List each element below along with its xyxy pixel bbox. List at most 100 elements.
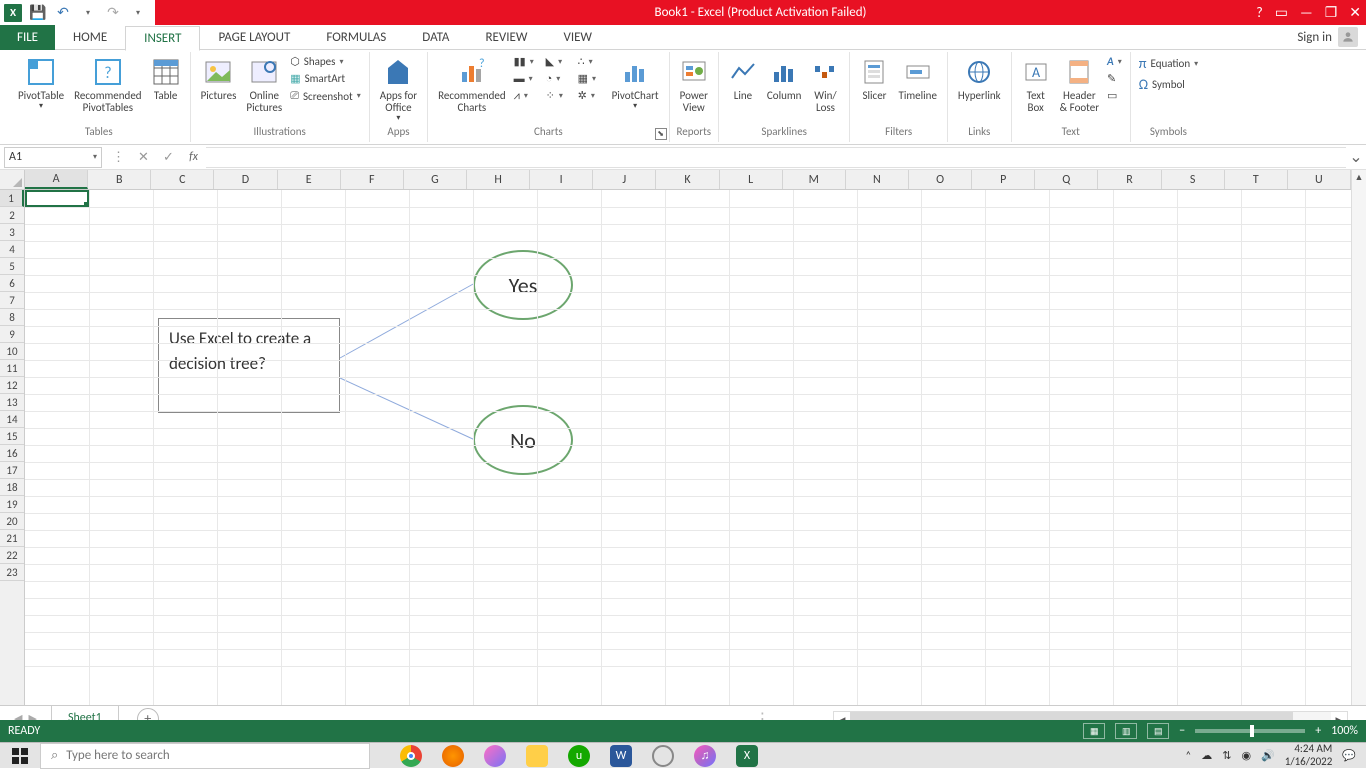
upwork-icon[interactable]: u [568,745,590,767]
row-header[interactable]: 3 [0,224,24,241]
slicer-button[interactable]: Slicer [856,54,892,104]
itunes-icon[interactable]: ♫ [694,745,716,767]
tab-page-layout[interactable]: PAGE LAYOUT [200,25,308,50]
start-button[interactable] [0,748,40,764]
column-header[interactable]: T [1225,170,1288,189]
recommended-pivottables-button[interactable]: ? Recommended PivotTables [70,54,145,116]
zoom-slider[interactable] [1195,729,1305,733]
tray-clock[interactable]: 4:24 AM 1/16/2022 [1285,743,1333,767]
row-header[interactable]: 19 [0,496,24,513]
online-pictures-button[interactable]: Online Pictures [242,54,286,116]
column-header[interactable]: H [467,170,530,189]
zoom-out-button[interactable]: − [1179,724,1185,738]
explorer-icon[interactable] [526,745,548,767]
select-all-corner[interactable] [0,170,25,190]
tray-wifi-icon[interactable]: ⇅ [1222,749,1231,762]
firefox-icon[interactable] [442,745,464,767]
taskbar-search[interactable]: ⌕ Type here to search [40,743,370,769]
formula-input[interactable] [206,147,1346,168]
row-header[interactable]: 23 [0,564,24,581]
row-header[interactable]: 21 [0,530,24,547]
text-box-button[interactable]: AText Box [1018,54,1054,116]
enter-icon[interactable]: ✓ [156,150,181,165]
row-header[interactable]: 12 [0,377,24,394]
tray-network-icon[interactable]: ◉ [1241,749,1251,762]
column-header[interactable]: F [341,170,404,189]
sparkline-column-button[interactable]: Column [763,54,806,104]
tab-data[interactable]: DATA [404,25,467,50]
maximize-icon[interactable]: ❐ [1325,4,1338,21]
messenger-icon[interactable] [484,745,506,767]
zoom-level[interactable]: 100% [1331,724,1358,738]
undo-icon[interactable]: ↶ [54,4,72,22]
tray-notifications-icon[interactable]: 💬 [1342,749,1356,762]
undo-dropdown-icon[interactable]: ▾ [79,4,97,22]
signature-line-button[interactable]: ✎ [1105,71,1124,86]
column-header[interactable]: M [783,170,846,189]
view-normal-icon[interactable]: ▦ [1083,723,1105,739]
chart-scatter-button[interactable]: ⁘ [544,88,574,103]
timeline-button[interactable]: Timeline [894,54,940,104]
row-header[interactable]: 6 [0,275,24,292]
row-headers[interactable]: 1234567891011121314151617181920212223 [0,190,25,705]
row-header[interactable]: 1 [0,190,24,207]
column-header[interactable]: P [972,170,1035,189]
tab-review[interactable]: REVIEW [467,25,545,50]
chart-radar-button[interactable]: ✲ [576,88,606,103]
active-cell[interactable] [25,190,89,207]
tab-file[interactable]: FILE [0,25,55,50]
object-button[interactable]: ▭ [1105,88,1124,103]
recommended-charts-button[interactable]: ? Recommended Charts [434,54,509,116]
ribbon-display-options-icon[interactable]: ▭ [1275,4,1288,21]
system-tray[interactable]: ˄ ☁ ⇅ ◉ 🔊 4:24 AM 1/16/2022 💬 [1185,743,1366,767]
tab-insert[interactable]: INSERT [125,26,200,51]
qat-customize-icon[interactable]: ▾ [129,4,147,22]
fx-icon[interactable]: fx [181,150,206,164]
row-header[interactable]: 2 [0,207,24,224]
shape-question-box[interactable]: Use Excel to create a decision tree? [158,318,340,413]
tray-onedrive-icon[interactable]: ☁ [1201,749,1212,762]
row-header[interactable]: 5 [0,258,24,275]
shape-no-oval[interactable]: No [473,405,573,475]
vertical-scrollbar[interactable]: ▲ [1351,170,1366,705]
sparkline-winloss-button[interactable]: Win/ Loss [807,54,843,116]
column-header[interactable]: G [404,170,467,189]
equation-button[interactable]: πEquation [1137,54,1200,73]
row-header[interactable]: 22 [0,547,24,564]
scroll-up-icon[interactable]: ▲ [1352,170,1366,185]
smartart-button[interactable]: ▦SmartArt [288,71,363,86]
row-header[interactable]: 4 [0,241,24,258]
sparkline-line-button[interactable]: Line [725,54,761,104]
sign-in-button[interactable]: Sign in [1297,27,1358,47]
header-footer-button[interactable]: Header & Footer [1056,54,1103,116]
column-header[interactable]: E [278,170,341,189]
row-header[interactable]: 9 [0,326,24,343]
chart-line-button[interactable]: ◣ [544,54,574,69]
wordart-button[interactable]: A [1105,54,1124,69]
pivotchart-button[interactable]: PivotChart▾ [608,54,663,113]
minimize-icon[interactable]: — [1300,4,1313,21]
help-icon[interactable]: ? [1256,4,1263,21]
excel-taskbar-icon[interactable]: X [736,745,758,767]
tray-volume-icon[interactable]: 🔊 [1261,749,1275,762]
row-header[interactable]: 13 [0,394,24,411]
charts-dialog-launcher[interactable]: ⬊ [655,128,667,140]
table-button[interactable]: Table [148,54,184,104]
column-header[interactable]: R [1098,170,1161,189]
chart-hier-button[interactable]: ▬ [512,71,542,86]
tab-view[interactable]: VIEW [545,25,610,50]
column-header[interactable]: S [1162,170,1225,189]
row-header[interactable]: 18 [0,479,24,496]
tab-home[interactable]: HOME [55,25,125,50]
tray-chevron-icon[interactable]: ˄ [1185,749,1191,762]
row-header[interactable]: 15 [0,428,24,445]
column-header[interactable]: L [720,170,783,189]
symbol-button[interactable]: ΩSymbol [1137,75,1200,94]
row-header[interactable]: 11 [0,360,24,377]
view-page-break-icon[interactable]: ▤ [1147,723,1169,739]
pivottable-button[interactable]: PivotTable▾ [14,54,68,113]
pictures-button[interactable]: Pictures [197,54,241,104]
hyperlink-button[interactable]: Hyperlink [954,54,1005,104]
redo-icon[interactable]: ↷ [104,4,122,22]
row-header[interactable]: 17 [0,462,24,479]
